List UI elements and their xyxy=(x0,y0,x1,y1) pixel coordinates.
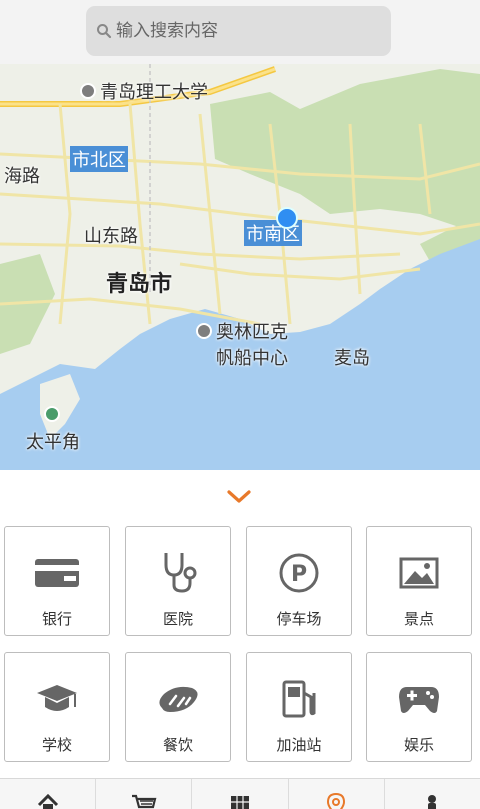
collapse-button[interactable] xyxy=(224,486,254,508)
category-school[interactable]: 学校 xyxy=(4,652,110,762)
bank-card-icon xyxy=(34,551,80,595)
search-box[interactable] xyxy=(86,6,391,56)
stethoscope-icon xyxy=(155,551,201,595)
svg-text:P: P xyxy=(291,562,307,587)
graduation-cap-icon xyxy=(34,677,80,721)
map-canvas xyxy=(0,64,480,470)
search-icon xyxy=(97,24,112,39)
map-label-olympic-1: 奥林匹克 xyxy=(216,322,288,343)
map-label-olympic-2: 帆船中心 xyxy=(216,348,288,369)
category-gas-station[interactable]: 加油站 xyxy=(246,652,352,762)
map-label-city: 青岛市 xyxy=(106,272,173,297)
gas-pump-icon xyxy=(276,677,322,721)
category-label: 餐饮 xyxy=(162,736,193,754)
home-icon xyxy=(37,793,58,809)
category-label: 停车场 xyxy=(276,610,322,628)
person-icon xyxy=(428,795,437,809)
landscape-icon xyxy=(396,551,442,595)
stadium-icon xyxy=(196,323,212,339)
map-poi-university[interactable]: 青岛理工大学 xyxy=(80,78,208,104)
bottom-nav xyxy=(0,778,480,809)
category-parking[interactable]: P 停车场 xyxy=(246,526,352,636)
nav-cart[interactable] xyxy=(96,779,193,809)
category-label: 加油站 xyxy=(276,736,322,754)
map-poi-olympic[interactable]: 奥林匹克 帆船中心 xyxy=(196,318,288,370)
bread-icon xyxy=(155,677,201,721)
nav-home[interactable] xyxy=(0,779,97,809)
map-label-shibei[interactable]: 市北区 xyxy=(70,146,128,172)
category-hospital[interactable]: 医院 xyxy=(125,526,231,636)
nav-grid[interactable] xyxy=(192,779,289,809)
category-label: 银行 xyxy=(41,610,72,628)
parking-icon: P xyxy=(276,551,322,595)
nav-location[interactable] xyxy=(289,779,385,809)
chevron-down-icon xyxy=(227,490,251,503)
current-location-icon xyxy=(276,207,298,229)
map-label-road: 海路 xyxy=(4,166,40,187)
university-icon xyxy=(80,83,96,99)
map-view[interactable]: 青岛理工大学 市北区 海路 山东路 青岛市 市南区 奥林匹克 帆船中心 麦岛 太… xyxy=(0,64,480,470)
map-label-maidao: 麦岛 xyxy=(334,348,370,369)
gamepad-icon xyxy=(396,677,442,721)
map-label-shandong-road: 山东路 xyxy=(84,226,138,247)
location-pin-icon xyxy=(327,793,346,809)
map-label-taipingjiao: 太平角 xyxy=(26,432,80,453)
search-header xyxy=(0,0,480,64)
nav-profile[interactable] xyxy=(385,779,480,809)
search-input[interactable] xyxy=(116,21,376,41)
category-scenic[interactable]: 景点 xyxy=(366,526,472,636)
category-entertainment[interactable]: 娱乐 xyxy=(366,652,472,762)
cart-icon xyxy=(131,794,157,809)
category-label: 医院 xyxy=(162,610,193,628)
category-label: 景点 xyxy=(403,610,434,628)
category-label: 学校 xyxy=(41,736,72,754)
map-label-university: 青岛理工大学 xyxy=(100,82,208,103)
scenic-icon xyxy=(44,406,60,422)
category-bank[interactable]: 银行 xyxy=(4,526,110,636)
category-dining[interactable]: 餐饮 xyxy=(125,652,231,762)
grid-icon xyxy=(231,796,249,809)
category-label: 娱乐 xyxy=(403,736,434,754)
